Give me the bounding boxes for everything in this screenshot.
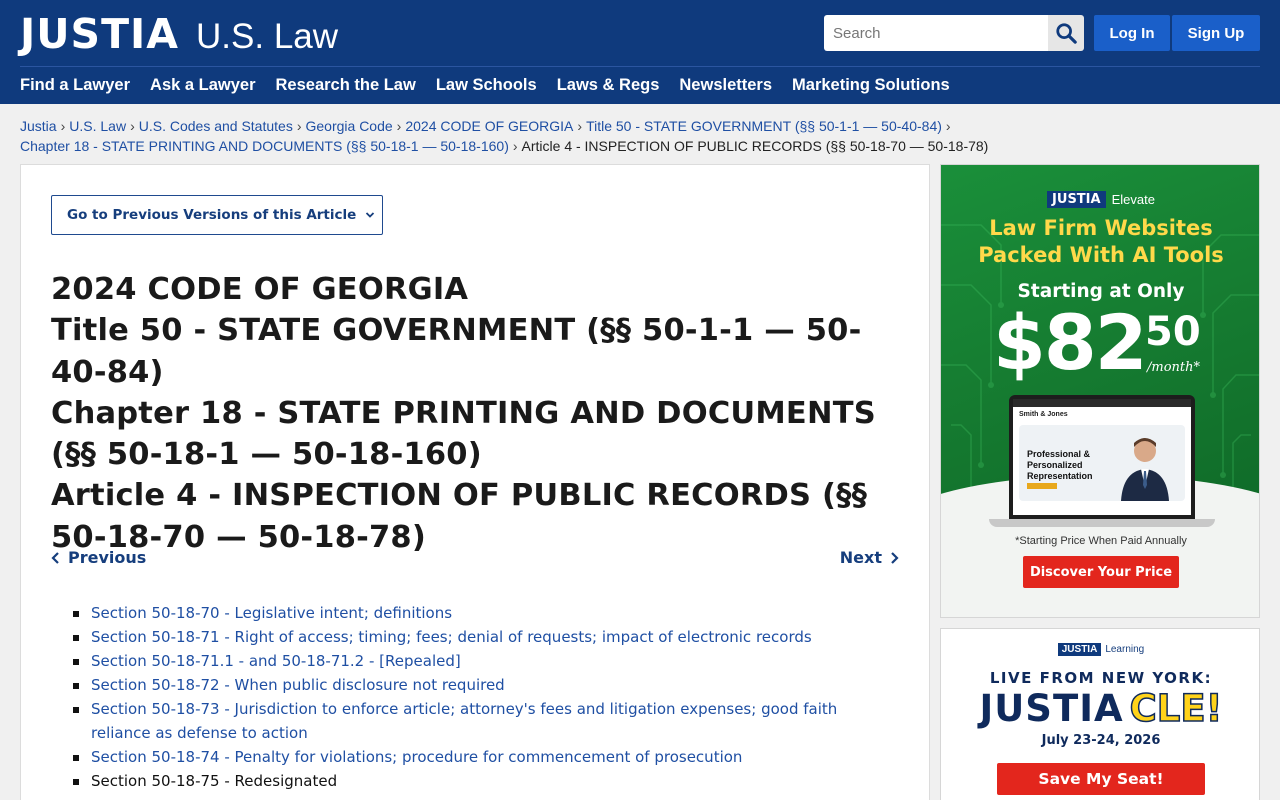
main-content: Go to Previous Versions of this Article … (20, 164, 930, 800)
previous-versions-button[interactable]: Go to Previous Versions of this Article (51, 195, 383, 235)
screen-text-line: Representation (1027, 471, 1093, 481)
breadcrumb-separator: › (296, 118, 302, 134)
search-button[interactable] (1048, 15, 1084, 51)
screen-text-line: Professional & (1027, 449, 1091, 459)
title-code: 2024 CODE OF GEORGIA (51, 272, 469, 307)
discover-price-button[interactable]: Discover Your Price (1023, 556, 1179, 588)
breadcrumb-georgia-code[interactable]: Georgia Code (306, 118, 393, 134)
section-link-50-18-73[interactable]: Section 50-18-73 - Jurisdiction to enfor… (91, 700, 837, 742)
learning-brand: JUSTIA Learning (941, 643, 1259, 656)
list-item: Section 50-18-71 - Right of access; timi… (73, 625, 901, 649)
next-link[interactable]: Next (840, 548, 899, 567)
breadcrumb: Justia › U.S. Law › U.S. Codes and Statutes ›… (20, 116, 1260, 156)
login-button[interactable]: Log In (1094, 15, 1170, 51)
elevate-brand-name: Elevate (1111, 192, 1155, 207)
chevron-right-icon (891, 551, 899, 564)
ad-headline-line-1: Law Firm Websites (989, 216, 1213, 240)
ad-headline: Law Firm Websites Packed With AI Tools (941, 215, 1259, 269)
logo-sub-text: U.S. Law (196, 17, 339, 56)
breadcrumb-codes-statutes[interactable]: U.S. Codes and Statutes (139, 118, 293, 134)
laptop-screen-brand: Smith & Jones (1019, 411, 1068, 418)
previous-label: Previous (68, 548, 147, 567)
nav-ask-a-lawyer[interactable]: Ask a Lawyer (150, 76, 255, 95)
cle-ad[interactable]: JUSTIA Learning LIVE FROM NEW YORK: JUST… (940, 628, 1260, 800)
title-chapter-18: Chapter 18 - STATE PRINTING AND DOCUMENT… (51, 395, 876, 473)
laptop-screen-bar (1013, 399, 1191, 407)
nav-law-schools[interactable]: Law Schools (436, 76, 537, 95)
elevate-ad[interactable]: JUSTIA Elevate Law Firm Websites Packed … (940, 164, 1260, 618)
title-title-50: Title 50 - STATE GOVERNMENT (§§ 50-1-1 —… (51, 313, 862, 390)
breadcrumb-separator: › (130, 118, 135, 134)
nav-newsletters[interactable]: Newsletters (679, 76, 772, 95)
main-nav: Find a Lawyer Ask a Lawyer Research the … (20, 76, 970, 95)
ad-footnote: *Starting Price When Paid Annually (1015, 535, 1187, 547)
site-header: JUSTIA U.S. Law Log In Sign Up Find a La… (0, 0, 1280, 104)
search-input[interactable] (824, 15, 1048, 51)
ad-headline-line-2: Packed With AI Tools (978, 243, 1224, 267)
search-box (824, 15, 1084, 51)
nav-laws-and-regs[interactable]: Laws & Regs (557, 76, 660, 95)
laptop-image: Smith & Jones Professional & Personalize… (989, 395, 1215, 533)
learning-brand-name: Learning (1105, 644, 1145, 655)
breadcrumb-us-law[interactable]: U.S. Law (69, 118, 126, 134)
next-label: Next (839, 548, 882, 567)
breadcrumb-separator: › (396, 118, 402, 134)
elevate-brand: JUSTIA Elevate (941, 191, 1259, 208)
section-link-50-18-71-1[interactable]: Section 50-18-71.1 - and 50-18-71.2 - [R… (91, 652, 461, 670)
breadcrumb-separator: › (577, 118, 583, 134)
nav-research-the-law[interactable]: Research the Law (276, 76, 416, 95)
chevron-down-icon (364, 209, 376, 221)
screen-text-line: Personalized (1027, 460, 1083, 470)
cle-title-accent: CLE! (1129, 686, 1223, 731)
search-icon (1056, 23, 1077, 44)
section-50-18-75: Section 50-18-75 - Redesignated (91, 772, 338, 790)
laptop-screen-cta (1027, 483, 1057, 489)
list-item: Section 50-18-72 - When public disclosur… (73, 673, 901, 697)
nav-marketing-solutions[interactable]: Marketing Solutions (792, 76, 950, 95)
list-item: Section 50-18-70 - Legislative intent; d… (73, 601, 901, 625)
signup-button[interactable]: Sign Up (1172, 15, 1260, 51)
previous-link[interactable]: Previous (51, 548, 146, 567)
header-divider (20, 66, 1260, 67)
laptop-screen-hero: Professional & Personalized Representati… (1019, 425, 1185, 501)
page-title: 2024 CODE OF GEORGIA Title 50 - STATE GO… (51, 269, 901, 558)
title-article-4: Article 4 - INSPECTION OF PUBLIC RECORDS… (51, 478, 868, 555)
nav-find-a-lawyer[interactable]: Find a Lawyer (20, 76, 130, 95)
breadcrumb-justia[interactable]: Justia (20, 118, 57, 134)
ad-price-cents: 50 (1145, 309, 1201, 355)
cle-title-main: JUSTIA (979, 687, 1124, 730)
previous-versions-label: Go to Previous Versions of this Article (67, 207, 357, 223)
cle-live-text: LIVE FROM NEW YORK: (989, 669, 1213, 687)
breadcrumb-chapter-18[interactable]: Chapter 18 - STATE PRINTING AND DOCUMENT… (20, 138, 509, 154)
breadcrumb-current: Article 4 - INSPECTION OF PUBLIC RECORDS… (521, 138, 989, 154)
ad-price: $82 (993, 298, 1148, 387)
laptop-screen: Smith & Jones Professional & Personalize… (1009, 395, 1195, 519)
section-list: Section 50-18-70 - Legislative intent; d… (73, 601, 901, 793)
cle-title: JUSTIA CLE! (941, 686, 1259, 731)
list-item: Section 50-18-74 - Penalty for violation… (73, 745, 901, 769)
section-link-50-18-71[interactable]: Section 50-18-71 - Right of access; timi… (91, 628, 812, 646)
laptop-screen-text: Professional & Personalized Representati… (1027, 449, 1093, 482)
section-link-50-18-74[interactable]: Section 50-18-74 - Penalty for violation… (91, 748, 742, 766)
cle-date: July 23-24, 2026 (1041, 733, 1161, 748)
section-link-50-18-70[interactable]: Section 50-18-70 - Legislative intent; d… (91, 604, 452, 622)
elevate-brand-tag: JUSTIA (1047, 191, 1106, 208)
justia-logo[interactable]: JUSTIA U.S. Law (20, 10, 338, 58)
person-icon (1121, 438, 1169, 501)
logo-main-text: JUSTIA (20, 10, 180, 58)
chevron-left-icon (51, 551, 59, 564)
laptop-base (989, 519, 1215, 527)
breadcrumb-separator: › (60, 118, 66, 134)
list-item: Section 50-18-71.1 - and 50-18-71.2 - [R… (73, 649, 901, 673)
save-my-seat-button[interactable]: Save My Seat! (997, 763, 1205, 795)
breadcrumb-2024-code[interactable]: 2024 CODE OF GEORGIA (405, 118, 573, 134)
learning-brand-tag: JUSTIA (1057, 643, 1102, 656)
list-item: Section 50-18-73 - Jurisdiction to enfor… (73, 697, 901, 745)
breadcrumb-separator: › (512, 138, 518, 154)
ad-price-period: /month* (1147, 360, 1201, 375)
section-link-50-18-72[interactable]: Section 50-18-72 - When public disclosur… (91, 676, 505, 694)
list-item: Section 50-18-75 - Redesignated (73, 769, 901, 793)
breadcrumb-separator: › (945, 118, 951, 134)
breadcrumb-title-50[interactable]: Title 50 - STATE GOVERNMENT (§§ 50-1-1 —… (586, 118, 942, 134)
